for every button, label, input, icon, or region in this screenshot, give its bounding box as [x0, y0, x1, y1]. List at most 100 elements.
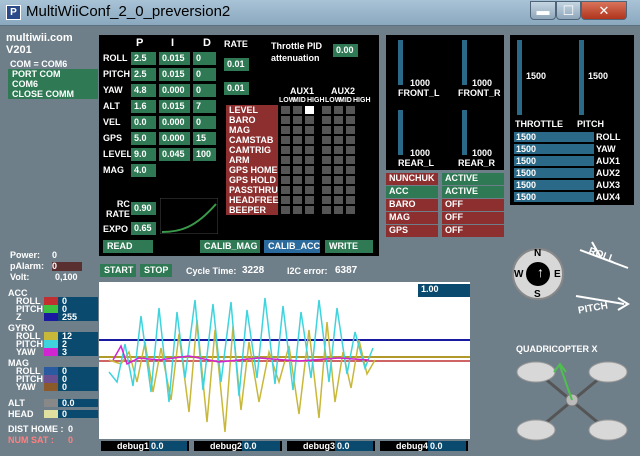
aux-checkbox[interactable] — [322, 186, 331, 194]
expo-value[interactable]: 0.65 — [131, 222, 156, 235]
close-comm-button[interactable]: CLOSE COMM — [8, 89, 98, 99]
pid-i-value[interactable]: 0.015 — [159, 68, 190, 81]
aux-checkbox[interactable] — [293, 126, 302, 134]
rate-value-roll-pitch[interactable]: 0.01 — [224, 58, 249, 71]
aux-checkbox[interactable] — [346, 206, 355, 214]
pid-i-value[interactable]: 0.000 — [159, 116, 190, 129]
throttle-pid-value[interactable]: 0.00 — [333, 44, 358, 57]
aux-checkbox[interactable] — [305, 146, 314, 154]
pid-p-value[interactable]: 9.0 — [131, 148, 156, 161]
aux-checkbox[interactable] — [346, 106, 355, 114]
graph-scale-value[interactable]: 1.00 — [418, 284, 470, 297]
aux-checkbox[interactable] — [322, 136, 331, 144]
aux-checkbox[interactable] — [346, 166, 355, 174]
write-button[interactable]: WRITE — [325, 240, 373, 253]
aux-checkbox[interactable] — [305, 116, 314, 124]
aux-checkbox[interactable] — [293, 166, 302, 174]
pid-d-value[interactable]: 0 — [193, 84, 216, 97]
aux-checkbox[interactable] — [322, 146, 331, 154]
aux-checkbox[interactable] — [305, 136, 314, 144]
pid-p-value[interactable]: 2.5 — [131, 68, 156, 81]
aux-checkbox[interactable] — [322, 196, 331, 204]
pid-p-value[interactable]: 2.5 — [131, 52, 156, 65]
aux-checkbox[interactable] — [293, 136, 302, 144]
aux-checkbox[interactable] — [293, 156, 302, 164]
aux-checkbox[interactable] — [334, 176, 343, 184]
aux-checkbox[interactable] — [293, 196, 302, 204]
read-button[interactable]: READ — [103, 240, 153, 253]
aux-checkbox[interactable] — [334, 196, 343, 204]
pid-p-value[interactable]: 4.8 — [131, 84, 156, 97]
aux-checkbox[interactable] — [334, 146, 343, 154]
aux-checkbox[interactable] — [334, 126, 343, 134]
aux-checkbox[interactable] — [346, 126, 355, 134]
aux-checkbox[interactable] — [334, 206, 343, 214]
aux-checkbox[interactable] — [305, 176, 314, 184]
aux-checkbox[interactable] — [281, 166, 290, 174]
aux-checkbox[interactable] — [334, 136, 343, 144]
aux-checkbox[interactable] — [305, 196, 314, 204]
aux-checkbox[interactable] — [293, 206, 302, 214]
aux-checkbox[interactable] — [322, 206, 331, 214]
aux-checkbox[interactable] — [281, 156, 290, 164]
maximize-button[interactable]: ☐ — [556, 1, 581, 20]
aux-checkbox[interactable] — [281, 106, 290, 114]
pid-p-value[interactable]: 4.0 — [131, 164, 156, 177]
pid-d-value[interactable]: 15 — [193, 132, 216, 145]
aux-checkbox[interactable] — [334, 186, 343, 194]
aux-checkbox[interactable] — [305, 186, 314, 194]
pid-i-value[interactable]: 0.000 — [159, 84, 190, 97]
aux-checkbox[interactable] — [305, 126, 314, 134]
aux-checkbox[interactable] — [322, 166, 331, 174]
pid-p-value[interactable]: 5.0 — [131, 132, 156, 145]
pid-d-value[interactable]: 0 — [193, 52, 216, 65]
pid-p-value[interactable]: 1.6 — [131, 100, 156, 113]
aux-checkbox[interactable] — [334, 106, 343, 114]
pid-d-value[interactable]: 7 — [193, 100, 216, 113]
aux-checkbox[interactable] — [322, 106, 331, 114]
aux-checkbox[interactable] — [305, 156, 314, 164]
pid-d-value[interactable]: 0 — [193, 116, 216, 129]
aux-checkbox[interactable] — [334, 116, 343, 124]
pid-p-value[interactable]: 0.0 — [131, 116, 156, 129]
aux-checkbox[interactable] — [293, 146, 302, 154]
stop-button[interactable]: STOP — [140, 264, 172, 277]
minimize-button[interactable]: ▬ — [530, 1, 556, 20]
aux-checkbox[interactable] — [293, 116, 302, 124]
aux-checkbox[interactable] — [305, 206, 314, 214]
aux-checkbox[interactable] — [334, 166, 343, 174]
aux-checkbox[interactable] — [322, 116, 331, 124]
pid-d-value[interactable]: 100 — [193, 148, 216, 161]
start-button[interactable]: START — [100, 264, 136, 277]
aux-checkbox[interactable] — [322, 176, 331, 184]
aux-checkbox[interactable] — [293, 106, 302, 114]
rc-rate-value[interactable]: 0.90 — [131, 202, 156, 215]
aux-checkbox[interactable] — [334, 156, 343, 164]
aux-checkbox[interactable] — [346, 146, 355, 154]
aux-checkbox[interactable] — [322, 156, 331, 164]
aux-checkbox[interactable] — [281, 176, 290, 184]
aux-checkbox[interactable] — [346, 196, 355, 204]
aux-checkbox[interactable] — [346, 186, 355, 194]
aux-checkbox[interactable] — [281, 206, 290, 214]
pid-d-value[interactable]: 0 — [193, 68, 216, 81]
aux-checkbox[interactable] — [281, 116, 290, 124]
aux-checkbox[interactable] — [346, 136, 355, 144]
aux-checkbox[interactable] — [281, 126, 290, 134]
rate-value-yaw[interactable]: 0.01 — [224, 82, 249, 95]
pid-i-value[interactable]: 0.045 — [159, 148, 190, 161]
pid-i-value[interactable]: 0.015 — [159, 100, 190, 113]
port-list[interactable]: PORT COM COM6 CLOSE COMM — [8, 69, 98, 99]
aux-checkbox[interactable] — [305, 166, 314, 174]
aux-checkbox[interactable] — [281, 146, 290, 154]
aux-checkbox[interactable] — [293, 186, 302, 194]
aux-checkbox[interactable] — [322, 126, 331, 134]
aux-checkbox[interactable] — [305, 106, 314, 114]
pid-i-value[interactable]: 0.015 — [159, 52, 190, 65]
port-item-com6[interactable]: COM6 — [8, 79, 98, 89]
aux-checkbox[interactable] — [293, 176, 302, 184]
calib-acc-button[interactable]: CALIB_ACC — [264, 240, 320, 253]
aux-checkbox[interactable] — [281, 196, 290, 204]
aux-checkbox[interactable] — [281, 136, 290, 144]
aux-checkbox[interactable] — [346, 116, 355, 124]
